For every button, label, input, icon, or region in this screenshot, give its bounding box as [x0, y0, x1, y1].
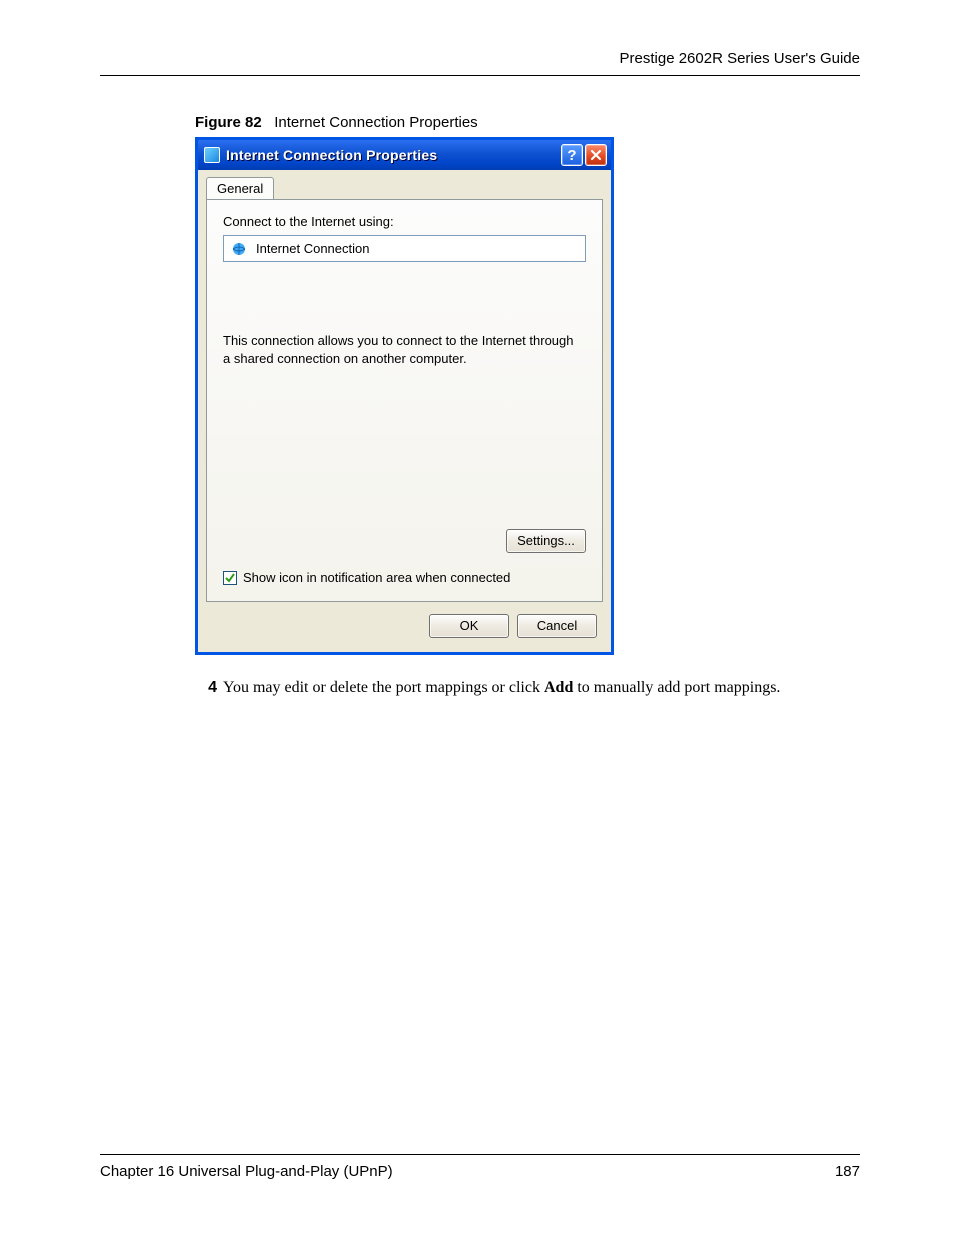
figure-caption-text: Internet Connection Properties	[274, 114, 477, 131]
ok-button[interactable]: OK	[429, 614, 509, 638]
page-header-guide: Prestige 2602R Series User's Guide	[100, 50, 860, 75]
step-text: You may edit or delete the port mappings…	[223, 677, 780, 699]
step-4: 4 You may edit or delete the port mappin…	[195, 677, 860, 699]
figure-caption: Figure 82 Internet Connection Properties	[195, 114, 860, 131]
settings-button[interactable]: Settings...	[506, 529, 586, 553]
tabs-row: General	[198, 170, 611, 199]
connection-icon	[230, 241, 248, 257]
tab-general[interactable]: General	[206, 177, 274, 200]
cancel-button[interactable]: Cancel	[517, 614, 597, 638]
show-icon-checkbox-row[interactable]: Show icon in notification area when conn…	[223, 570, 510, 585]
window-title: Internet Connection Properties	[226, 147, 559, 163]
show-icon-checkbox[interactable]	[223, 571, 237, 585]
figure-label: Figure 82	[195, 114, 262, 131]
show-icon-checkbox-label: Show icon in notification area when conn…	[243, 570, 510, 585]
connection-box[interactable]: Internet Connection	[223, 235, 586, 262]
dialog-window: Internet Connection Properties ? General…	[195, 137, 614, 655]
help-button[interactable]: ?	[561, 144, 583, 166]
connection-description: This connection allows you to connect to…	[223, 332, 583, 367]
header-rule	[100, 75, 860, 76]
page-footer: Chapter 16 Universal Plug-and-Play (UPnP…	[100, 1154, 860, 1180]
checkmark-icon	[224, 572, 236, 584]
close-icon	[590, 149, 602, 161]
footer-page-number: 187	[835, 1163, 860, 1180]
dialog-footer: OK Cancel	[198, 602, 611, 652]
window-icon	[204, 147, 220, 163]
connect-using-label: Connect to the Internet using:	[223, 214, 586, 229]
titlebar[interactable]: Internet Connection Properties ?	[198, 140, 611, 170]
tab-panel-general: Connect to the Internet using: Internet …	[206, 199, 603, 602]
footer-chapter: Chapter 16 Universal Plug-and-Play (UPnP…	[100, 1163, 393, 1180]
step-text-before: You may edit or delete the port mappings…	[223, 679, 544, 696]
step-text-after: to manually add port mappings.	[573, 679, 780, 696]
close-button[interactable]	[585, 144, 607, 166]
connection-name: Internet Connection	[256, 241, 369, 256]
step-number: 4	[195, 677, 217, 699]
step-text-bold: Add	[544, 679, 573, 696]
